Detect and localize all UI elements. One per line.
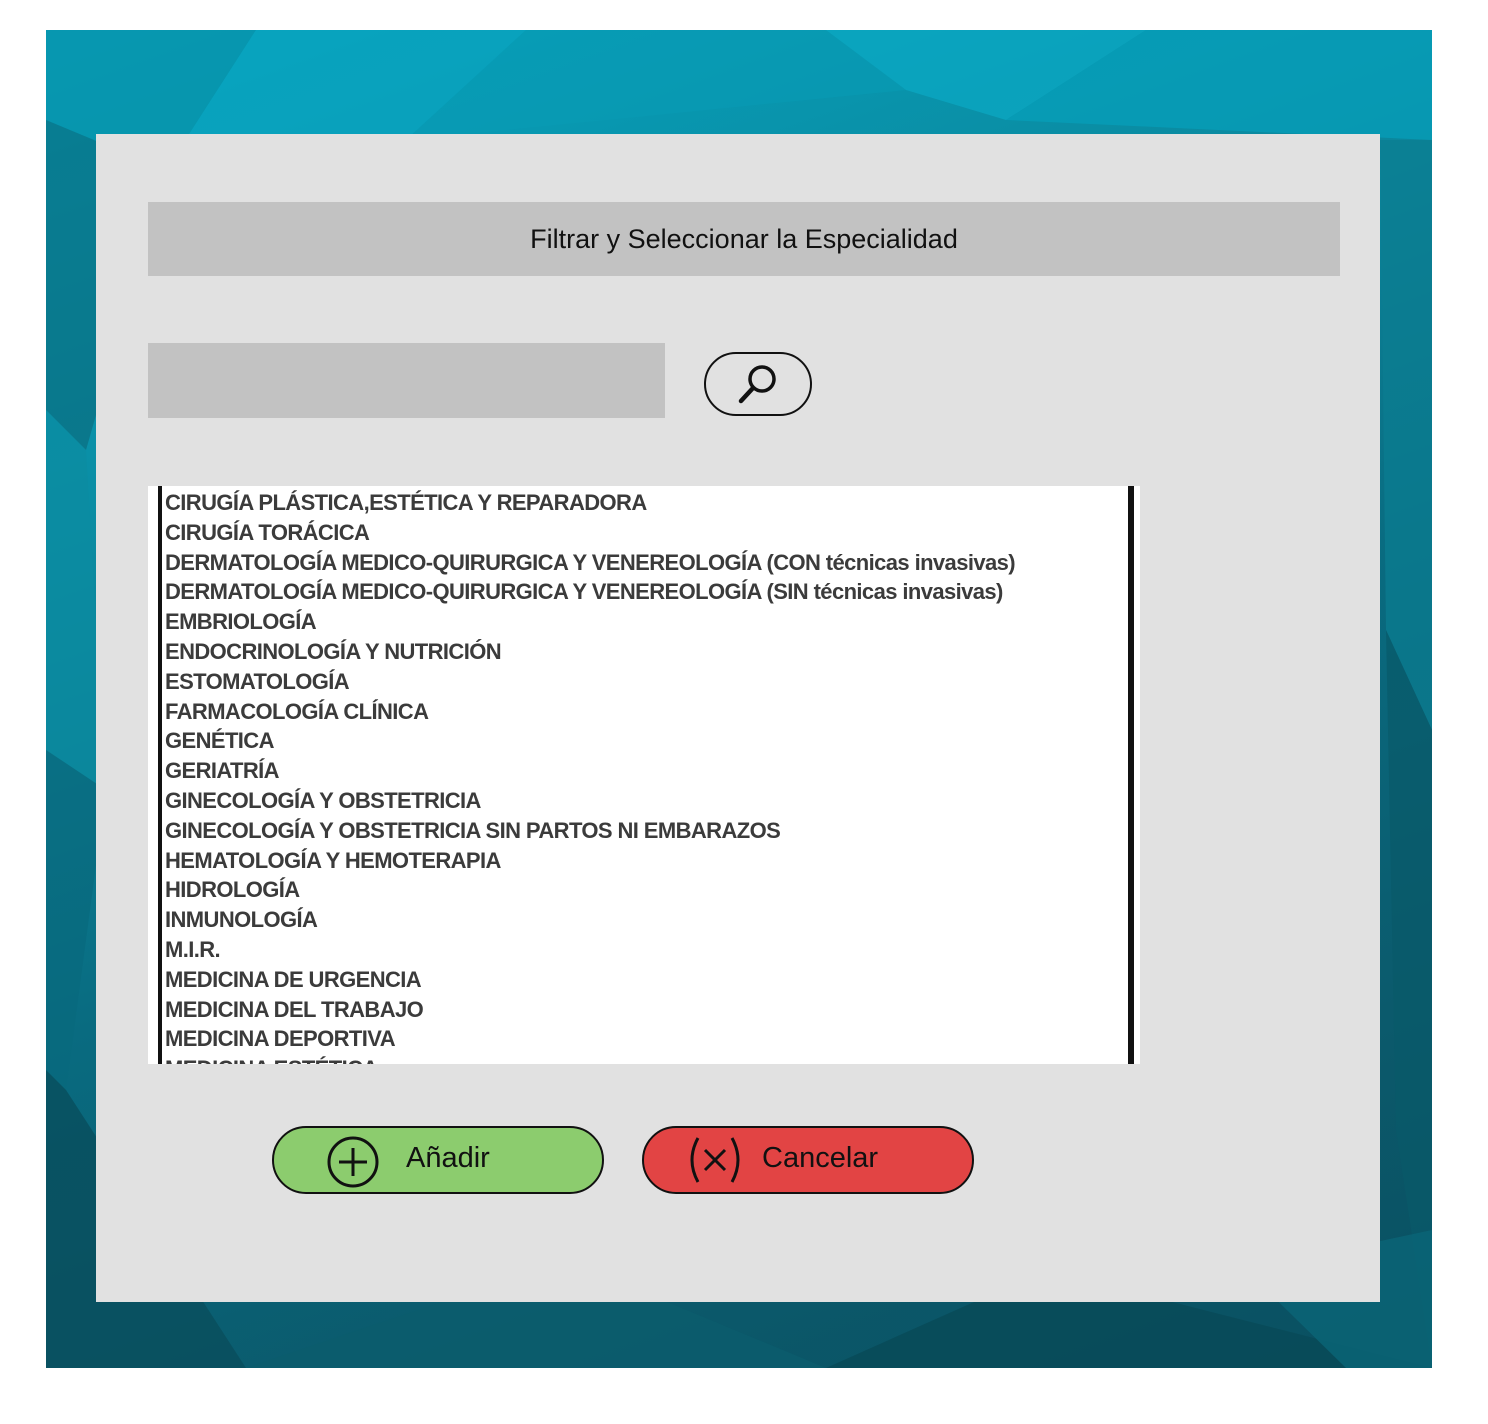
list-item[interactable]: INMUNOLOGÍA — [165, 905, 1015, 935]
list-item[interactable]: CIRUGÍA TORÁCICA — [165, 518, 1015, 548]
list-item[interactable]: DERMATOLOGÍA MEDICO-QUIRURGICA Y VENEREO… — [165, 548, 1016, 578]
list-item[interactable]: CIRUGÍA PLÁSTICA,ESTÉTICA Y REPARADORA — [165, 488, 1015, 518]
list-item[interactable]: M.I.R. — [165, 935, 1015, 965]
specialty-dialog: Filtrar y Seleccionar la Especialidad CI… — [96, 134, 1380, 1302]
search-input[interactable] — [148, 343, 665, 418]
plus-circle-icon — [326, 1135, 380, 1189]
list-item[interactable]: FARMACOLOGÍA CLÍNICA — [165, 697, 1015, 727]
list-item[interactable]: GENÉTICA — [165, 726, 1015, 756]
list-item[interactable]: MEDICINA DEL TRABAJO — [165, 995, 1015, 1025]
list-item[interactable]: HIDROLOGÍA — [165, 875, 1015, 905]
list-item[interactable]: ENDOCRINOLOGÍA Y NUTRICIÓN — [165, 637, 1015, 667]
add-button-label: Añadir — [406, 1142, 490, 1174]
specialty-listbox[interactable]: CIRUGÍA PLÁSTICA,ESTÉTICA Y REPARADORA C… — [148, 486, 1140, 1064]
list-item[interactable]: GINECOLOGÍA Y OBSTETRICIA SIN PARTOS NI … — [165, 816, 1015, 846]
list-item[interactable]: MEDICINA DE URGENCIA — [165, 965, 1015, 995]
search-icon — [733, 359, 783, 409]
cancel-button-label: Cancelar — [762, 1142, 879, 1174]
search-button[interactable] — [704, 352, 812, 416]
list-item[interactable]: GINECOLOGÍA Y OBSTETRICIA — [165, 786, 1015, 816]
list-item[interactable]: HEMATOLOGÍA Y HEMOTERAPIA — [165, 846, 1015, 876]
close-circle-icon — [684, 1134, 746, 1186]
list-item[interactable]: DERMATOLOGÍA MEDICO-QUIRURGICA Y VENEREO… — [165, 577, 1015, 607]
list-item[interactable]: ESTOMATOLOGÍA — [165, 667, 1015, 697]
list-item[interactable]: MEDICINA ESTÉTICA — [165, 1054, 1015, 1064]
add-button[interactable]: Añadir — [272, 1126, 604, 1194]
dialog-title: Filtrar y Seleccionar la Especialidad — [148, 202, 1340, 276]
list-item[interactable]: EMBRIOLOGÍA — [165, 607, 1015, 637]
list-item[interactable]: MEDICINA DEPORTIVA — [165, 1024, 1015, 1054]
specialty-list: CIRUGÍA PLÁSTICA,ESTÉTICA Y REPARADORA C… — [165, 488, 1016, 1064]
listbox-scrollbar[interactable] — [1128, 486, 1134, 1064]
listbox-left-border — [158, 486, 162, 1064]
cancel-button[interactable]: Cancelar — [642, 1126, 974, 1194]
list-item[interactable]: GERIATRÍA — [165, 756, 1015, 786]
